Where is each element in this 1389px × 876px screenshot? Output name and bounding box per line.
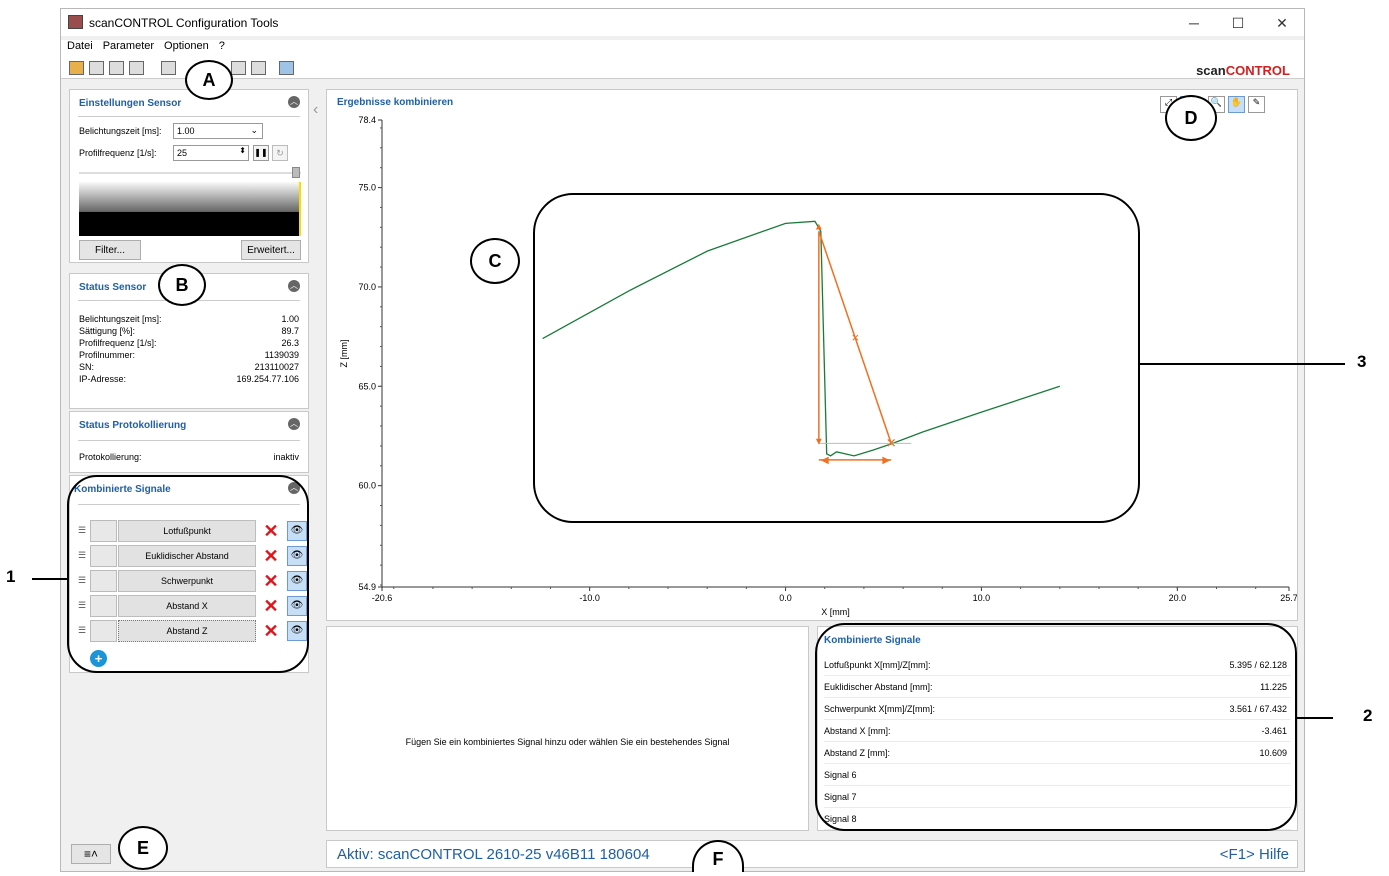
y-tick-label: 54.9: [358, 582, 376, 592]
menu-datei[interactable]: Datei: [67, 40, 93, 52]
pause-button[interactable]: ❚❚: [253, 145, 269, 161]
logging-row: Protokollierung: inaktiv: [79, 452, 299, 462]
x-tick-label: 20.0: [1169, 593, 1187, 603]
status-row: Sättigung [%]: 89.7: [79, 326, 299, 336]
exposure-select[interactable]: 1.00 ⌄: [173, 123, 263, 139]
save-icon[interactable]: [109, 61, 124, 75]
status-bar: Aktiv: scanCONTROL 2610-25 v46B11 180604…: [326, 840, 1298, 868]
y-tick-label: 60.0: [358, 481, 376, 491]
x-axis-label: X [mm]: [821, 607, 850, 617]
connect-icon[interactable]: [69, 61, 84, 75]
x-tick-label: -20.6: [372, 593, 393, 603]
collapse-icon[interactable]: ︿: [288, 280, 300, 292]
highlight-box-results: [815, 623, 1297, 831]
title-bar: scanCONTROL Configuration Tools ─ ☐ ✕: [61, 9, 1304, 36]
status-row: Belichtungszeit [ms]: 1.00: [79, 314, 299, 324]
import-icon[interactable]: [251, 61, 266, 75]
spinner-icon[interactable]: ⬍: [239, 146, 246, 155]
x-tick-label: -10.0: [579, 593, 600, 603]
collapse-icon[interactable]: ︿: [288, 96, 300, 108]
y-axis-label: Z [mm]: [339, 340, 349, 368]
status-row: SN: 213110027: [79, 362, 299, 372]
status-row: Profilnummer: 1139039: [79, 350, 299, 360]
panel-title: Status Sensor: [79, 282, 147, 293]
menu-toggle-icon[interactable]: ≡˄: [71, 844, 111, 864]
callout-2: 2: [1363, 706, 1373, 725]
brand-logo: scanCONTROL: [1196, 63, 1290, 78]
maximize-button[interactable]: ☐: [1216, 12, 1260, 34]
app-icon: [68, 15, 83, 29]
callout-b: B: [158, 264, 206, 306]
export-icon[interactable]: [231, 61, 246, 75]
y-tick-label: 70.0: [358, 282, 376, 292]
sensor-settings-panel: Einstellungen Sensor ︿ Belichtungszeit […: [69, 89, 309, 263]
menu-bar: Datei Parameter Optionen?: [61, 40, 1304, 57]
freq-input[interactable]: 25 ⬍: [173, 145, 249, 161]
leader-line-1: [32, 578, 68, 580]
exposure-value: 1.00: [177, 126, 195, 136]
status-row: IP-Adresse: 169.254.77.106: [79, 374, 299, 384]
y-tick-label: 78.4: [358, 115, 376, 125]
x-tick-label: 10.0: [973, 593, 991, 603]
collapse-sidebar-icon[interactable]: ‹: [313, 101, 318, 119]
leader-line-3: [1140, 363, 1345, 365]
save-as-icon[interactable]: [129, 61, 144, 75]
active-sensor-text: Aktiv: scanCONTROL 2610-25 v46B11 180604: [337, 846, 650, 863]
menu-optionen[interactable]: Optionen: [164, 40, 209, 52]
refresh-icon[interactable]: ↻: [272, 145, 288, 161]
panel-title: Einstellungen Sensor: [79, 98, 182, 109]
close-button[interactable]: ✕: [1260, 12, 1304, 34]
x-tick-label: 25.7: [1280, 593, 1297, 603]
callout-a: A: [185, 60, 233, 100]
chevron-down-icon: ⌄: [250, 125, 258, 135]
menu-parameter[interactable]: Parameter: [103, 40, 154, 52]
filter-button[interactable]: Filter...: [79, 240, 141, 260]
slider-handle[interactable]: [292, 167, 300, 178]
toolbar: [61, 57, 1304, 79]
highlight-box-chart: [533, 193, 1140, 523]
panel-title: Status Protokollierung: [79, 420, 187, 431]
advanced-button[interactable]: Erweitert...: [241, 240, 301, 260]
y-tick-label: 75.0: [358, 183, 376, 193]
open-icon[interactable]: [89, 61, 104, 75]
hint-text: Fügen Sie ein kombiniertes Signal hinzu …: [405, 737, 730, 747]
status-logging-panel: Status Protokollierung ︿ Protokollierung…: [69, 411, 309, 473]
leader-line-2: [1297, 717, 1333, 719]
y-tick-label: 65.0: [358, 381, 376, 391]
home-icon[interactable]: [279, 61, 294, 75]
collapse-icon[interactable]: ︿: [288, 418, 300, 430]
divider: [78, 116, 300, 117]
highlight-box-signals: [67, 475, 309, 673]
freq-value: 25: [177, 148, 188, 158]
menu-help[interactable]: ?: [219, 40, 225, 52]
help-link[interactable]: <F1> Hilfe: [1220, 846, 1289, 863]
frequency-slider[interactable]: [79, 172, 301, 174]
freq-label: Profilfrequenz [1/s]:: [79, 148, 157, 158]
table-icon[interactable]: [161, 61, 176, 75]
callout-3: 3: [1357, 352, 1367, 371]
divider: [78, 440, 300, 441]
signal-editor-panel: Fügen Sie ein kombiniertes Signal hinzu …: [326, 626, 809, 831]
intensity-preview: [79, 182, 301, 236]
window-title: scanCONTROL Configuration Tools: [89, 16, 279, 30]
minimize-button[interactable]: ─: [1172, 12, 1216, 34]
callout-1: 1: [6, 567, 16, 586]
x-tick-label: 0.0: [779, 593, 792, 603]
callout-e: E: [118, 826, 168, 870]
callout-c: C: [470, 238, 520, 284]
status-row: Profilfrequenz [1/s]: 26.3: [79, 338, 299, 348]
exposure-label: Belichtungszeit [ms]:: [79, 126, 162, 136]
callout-d: D: [1165, 95, 1217, 141]
